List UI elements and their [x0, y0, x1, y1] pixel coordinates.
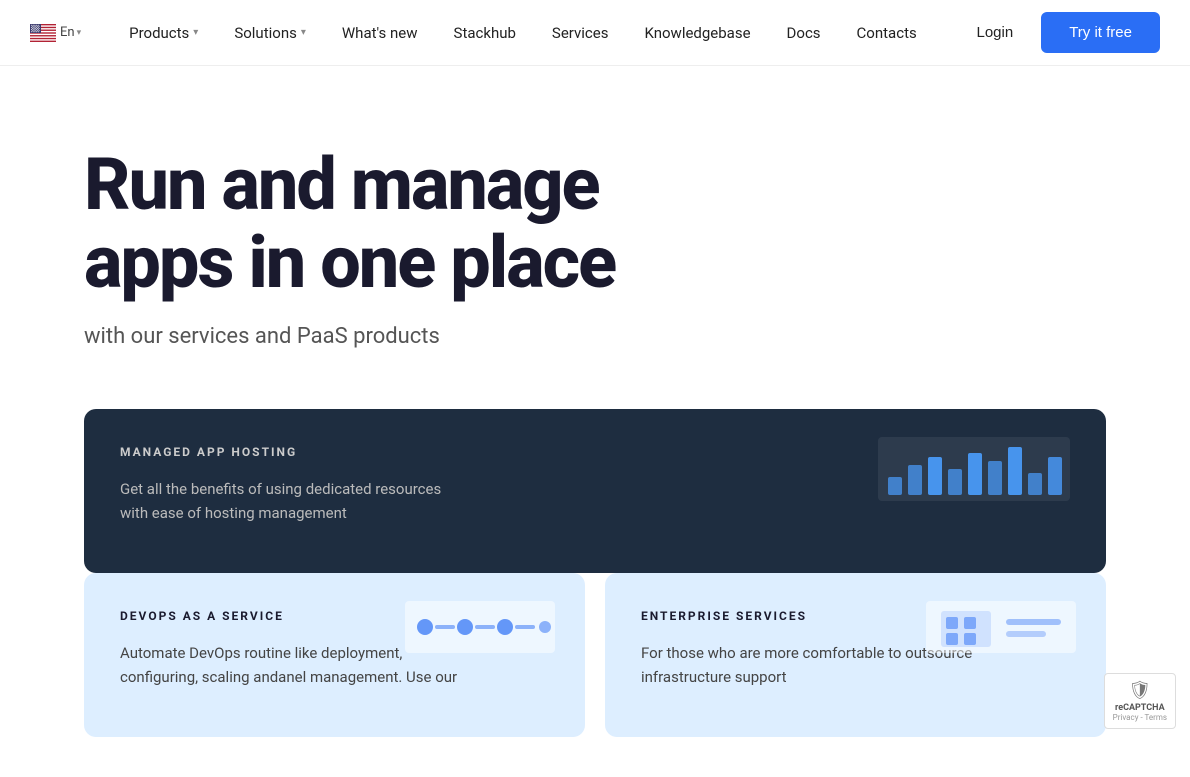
lang-chevron: ▾: [77, 28, 82, 38]
hero-subtitle: with our services and PaaS products: [84, 324, 1106, 349]
cards-section: MANAGED APP HOSTING Get all the benefits…: [0, 409, 1190, 777]
nav-links: Products ▾ Solutions ▾ What's new Stackh…: [111, 0, 964, 66]
hero-section: Run and manage apps in one place with ou…: [0, 66, 1190, 409]
card-enterprise: ENTERPRISE SERVICES For those who are mo…: [605, 573, 1106, 737]
nav-item-stackhub[interactable]: Stackhub: [436, 0, 534, 66]
card-managed-app-hosting: MANAGED APP HOSTING Get all the benefits…: [84, 409, 1106, 573]
nav-item-services[interactable]: Services: [534, 0, 627, 66]
logo[interactable]: En ▾: [30, 23, 81, 43]
recaptcha-icon: 🛡: [1128, 680, 1151, 701]
chevron-down-icon: ▾: [193, 27, 198, 38]
nav-item-docs[interactable]: Docs: [769, 0, 839, 66]
recaptcha-badge: 🛡 reCAPTCHA Privacy - Terms: [1104, 673, 1176, 729]
card-devops: DEVOPS AS A SERVICE Automate DevOps rout…: [84, 573, 585, 737]
card-image-devops: [405, 601, 555, 653]
cards-bottom-row: DEVOPS AS A SERVICE Automate DevOps rout…: [84, 573, 1106, 737]
nav-item-contacts[interactable]: Contacts: [839, 0, 935, 66]
nav-right: Login Try it free: [965, 12, 1161, 53]
recaptcha-subtext: Privacy - Terms: [1113, 713, 1167, 722]
chevron-down-icon: ▾: [301, 27, 306, 38]
navbar: En ▾ Products ▾ Solutions ▾ What's new S…: [0, 0, 1190, 66]
lang-label: En: [60, 25, 75, 40]
card-desc-managed: Get all the benefits of using dedicated …: [120, 477, 460, 525]
nav-item-solutions[interactable]: Solutions ▾: [216, 0, 324, 66]
login-button[interactable]: Login: [965, 16, 1026, 49]
nav-item-knowledgebase[interactable]: Knowledgebase: [626, 0, 768, 66]
nav-item-products[interactable]: Products ▾: [111, 0, 216, 66]
card-image-enterprise: [926, 601, 1076, 653]
card-image-managed: [878, 437, 1070, 501]
hero-title: Run and manage apps in one place: [84, 146, 744, 302]
nav-item-whats-new[interactable]: What's new: [324, 0, 436, 66]
recaptcha-label: reCAPTCHA: [1115, 703, 1165, 713]
try-free-button[interactable]: Try it free: [1041, 12, 1160, 53]
flag-icon: [30, 23, 56, 43]
